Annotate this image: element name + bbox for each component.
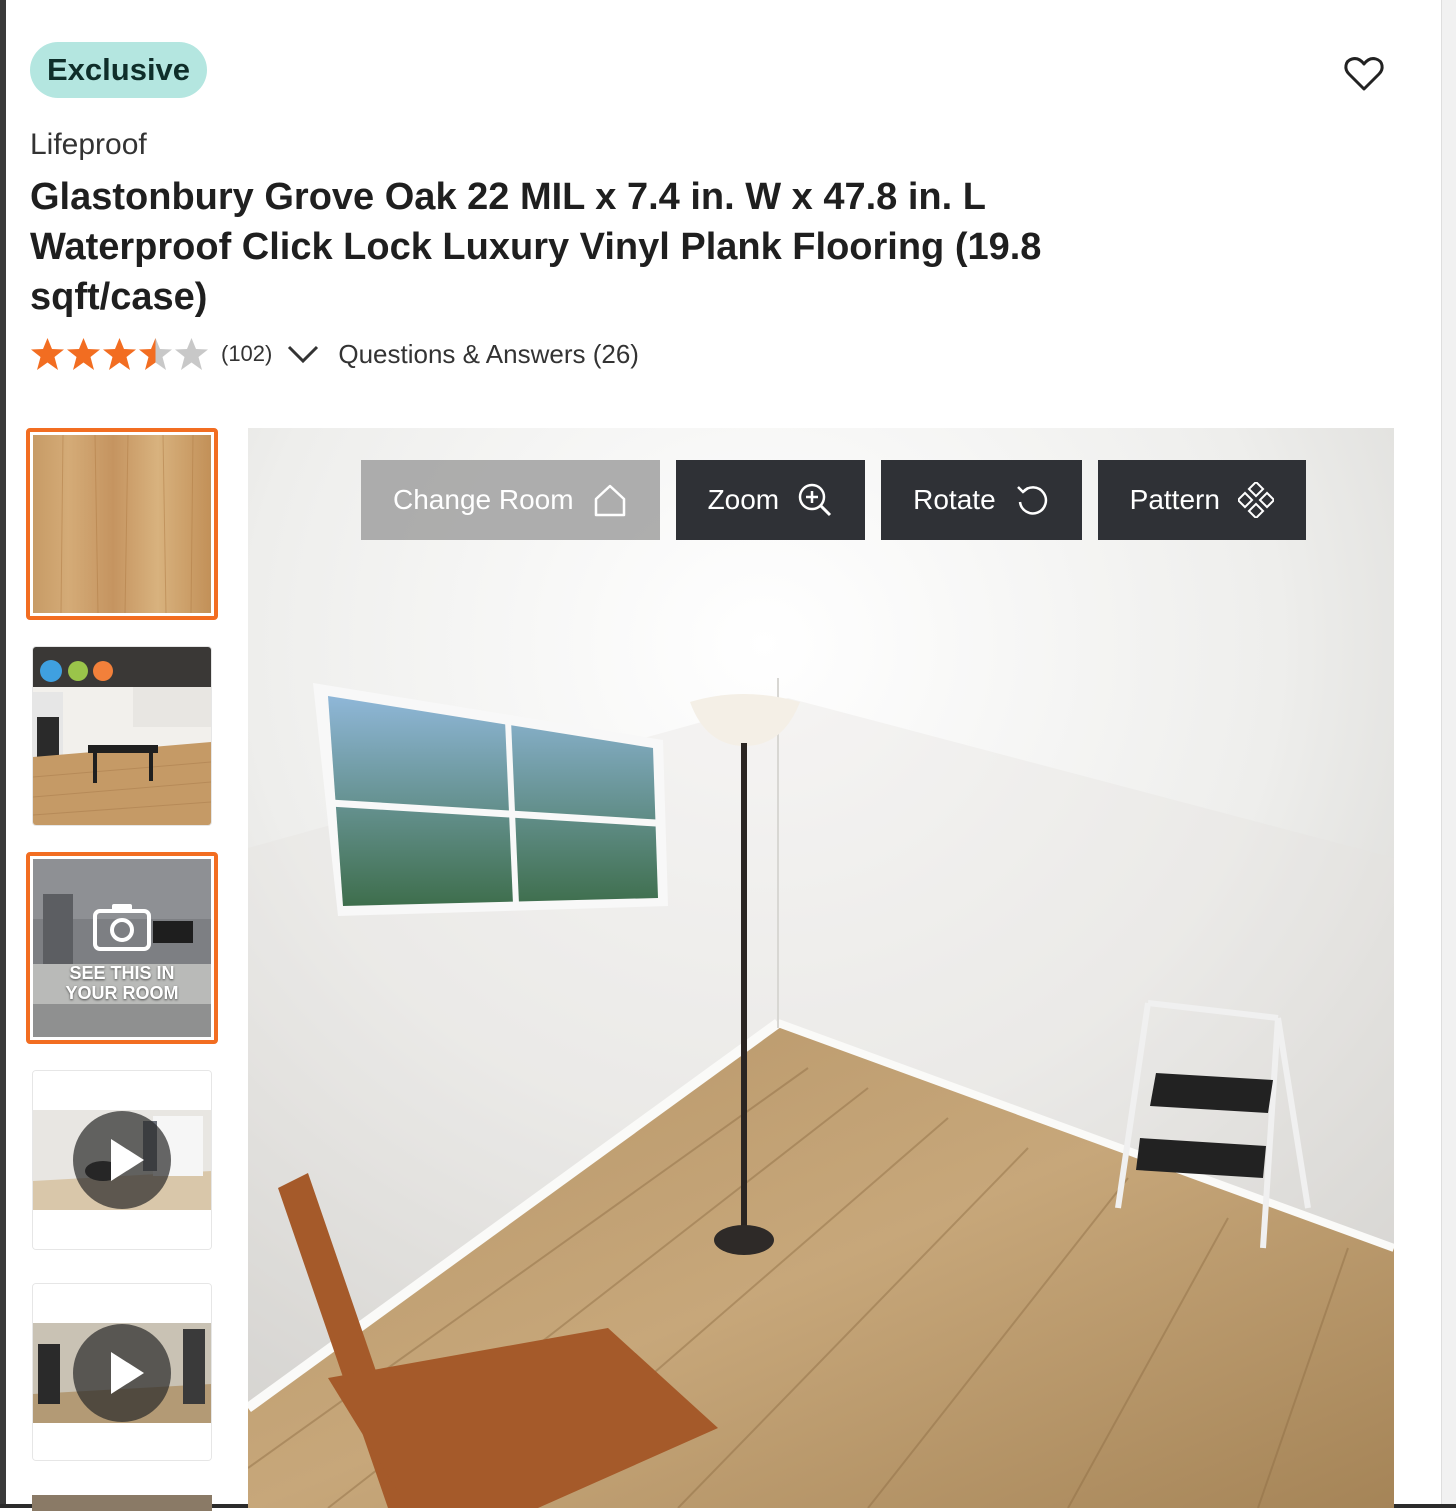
wood-swatch-image [33, 434, 211, 614]
product-title: Glastonbury Grove Oak 22 MIL x 7.4 in. W… [30, 176, 1042, 318]
room-scene-image [248, 428, 1394, 1508]
camera-icon [93, 904, 151, 951]
star-rating[interactable] [30, 337, 209, 371]
home-icon [594, 484, 625, 517]
star-icon [175, 338, 208, 370]
star-icon [103, 338, 136, 370]
change-room-button[interactable]: Change Room [361, 460, 660, 540]
star-icon [67, 338, 100, 370]
rotate-icon [1016, 486, 1047, 515]
brand-name[interactable]: Lifeproof [30, 128, 147, 162]
scrollbar-track[interactable] [1441, 0, 1456, 1508]
video-preview-image [33, 1284, 211, 1460]
thumbnail-partial[interactable] [32, 1495, 212, 1511]
chevron-down-icon[interactable] [286, 342, 320, 366]
pattern-icon [1237, 482, 1274, 518]
exclusive-badge: Exclusive [30, 42, 208, 98]
room-visualizer[interactable]: Change Room Zoom Rotate Pattern [248, 428, 1394, 1508]
rating-row: (102) Questions & Answers (26) [30, 334, 639, 374]
video-preview-image [33, 1071, 211, 1249]
favorite-heart-icon[interactable] [1342, 52, 1386, 96]
thumbnail-video-2[interactable] [32, 1283, 212, 1461]
thumbnail-kitchen-photo[interactable] [32, 646, 212, 826]
see-in-room-label: SEE THIS IN YOUR ROOM [65, 963, 179, 1003]
visualizer-toolbar: Change Room Zoom Rotate Pattern [361, 460, 1306, 540]
zoom-button[interactable]: Zoom [675, 460, 866, 540]
star-icon [31, 338, 64, 370]
questions-answers-link[interactable]: Questions & Answers (26) [338, 339, 639, 370]
star-icon [139, 338, 172, 370]
review-count[interactable]: (102) [221, 341, 272, 367]
thumbnail-wood-swatch[interactable] [26, 428, 218, 620]
thumbnail-video-1[interactable] [32, 1070, 212, 1250]
left-window-edge [0, 0, 6, 1508]
thumbnail-see-in-room[interactable]: SEE THIS IN YOUR ROOM [26, 852, 218, 1044]
kitchen-image [33, 647, 211, 825]
zoom-in-icon [798, 483, 832, 517]
rotate-button[interactable]: Rotate [881, 460, 1082, 540]
pattern-button[interactable]: Pattern [1097, 460, 1306, 540]
